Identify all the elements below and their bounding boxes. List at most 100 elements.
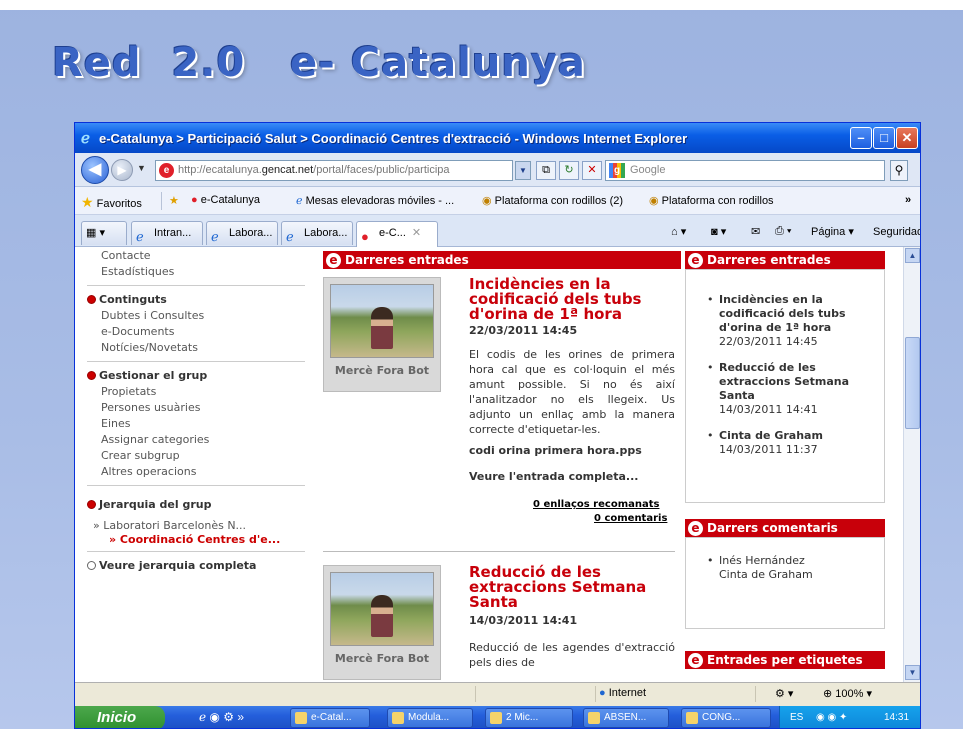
ecatalunya-icon: e <box>326 253 341 268</box>
status-divider <box>475 686 476 702</box>
link-persones[interactable]: Persones usuàries <box>101 401 200 414</box>
entry-title[interactable]: Incidències en la codificació dels tubs … <box>469 277 669 322</box>
read-more-link[interactable]: Veure l'entrada completa... <box>469 470 638 483</box>
item-title: Reducció de les extraccions Setmana Sant… <box>719 361 850 402</box>
tab-close-icon[interactable]: ✕ <box>412 227 421 239</box>
close-button[interactable]: ✕ <box>896 127 918 149</box>
back-button[interactable]: ◀ <box>81 156 109 184</box>
url-input[interactable]: e http://ecatalunya.gencat.net/portal/fa… <box>155 160 513 181</box>
compatibility-icon[interactable]: ⧉ <box>536 161 556 180</box>
task-label: e-Catal... <box>311 712 352 723</box>
list-item[interactable]: Reducció de les extraccions Setmana Sant… <box>707 361 867 417</box>
tray-icons[interactable]: ◉ ◉ ✦ <box>816 706 847 728</box>
ecatalunya-icon: e <box>688 521 703 536</box>
divider <box>87 285 305 286</box>
bullet-icon <box>87 295 96 304</box>
app-icon <box>588 712 600 724</box>
scroll-up-icon[interactable]: ▲ <box>905 248 920 263</box>
search-input[interactable]: g Google <box>605 160 885 181</box>
link-parent-group[interactable]: » Laboratori Barcelonès N... <box>93 519 246 532</box>
vertical-scrollbar[interactable]: ▲ ▼ <box>903 247 920 682</box>
tab-laboratori-2[interactable]: ℯ Labora... <box>281 221 353 245</box>
stop-icon[interactable]: ✕ <box>582 161 602 180</box>
quick-tabs-button[interactable]: ▦ ▾ <box>81 221 127 245</box>
link-noticies[interactable]: Notícies/Novetats <box>101 341 198 354</box>
scroll-down-icon[interactable]: ▼ <box>905 665 920 680</box>
ie-logo-icon: ℯ <box>81 130 90 147</box>
author-card[interactable]: Mercè Fora Bot <box>323 277 441 392</box>
tab-ecatalunya[interactable]: ● e-C... ✕ <box>356 221 438 247</box>
link-altres[interactable]: Altres operacions <box>101 465 196 478</box>
home-icon[interactable]: ⌂ ▾ <box>671 225 686 238</box>
task-label: Modula... <box>408 712 450 723</box>
attachment-link[interactable]: codi orina primera hora.pps <box>469 444 642 457</box>
fav-link-ecatalunya[interactable]: ● e-Catalunya <box>191 194 260 206</box>
link-eines[interactable]: Eines <box>101 417 130 430</box>
app-icon <box>392 712 404 724</box>
comment-author: Inés Hernández <box>719 554 805 567</box>
link-subgrup[interactable]: Crear subgrup <box>101 449 180 462</box>
maximize-button[interactable]: □ <box>873 127 895 149</box>
print-icon[interactable]: ⎙ ▾ <box>775 225 791 238</box>
entry-body: El codis de les orines de primera hora c… <box>469 348 675 436</box>
link-categories[interactable]: Assignar categories <box>101 433 209 446</box>
search-icon[interactable]: ⚲ <box>890 160 908 181</box>
security-menu[interactable]: Seguridad ▾ <box>873 225 920 238</box>
link-estadistiques[interactable]: Estadístiques <box>101 265 174 278</box>
quick-launch-icons[interactable]: ℯ ◉ ⚙ » <box>199 710 244 724</box>
address-bar: ◀ ▶ ▼ e http://ecatalunya.gencat.net/por… <box>75 153 920 187</box>
fav-link-plataforma-2[interactable]: ◉ Plataforma con rodillos (2) <box>482 194 623 207</box>
language-indicator[interactable]: ES <box>790 706 803 728</box>
more-favorites-icon[interactable]: » <box>905 194 911 206</box>
list-item[interactable]: Inés HernándezCinta de Graham <box>707 554 877 582</box>
fav-link-plataforma[interactable]: ◉ Plataforma con rodillos <box>649 194 774 207</box>
taskbar: Inicio ℯ ◉ ⚙ » e-Catal... Modula... 2 Mi… <box>75 706 920 728</box>
item-date: 14/03/2011 11:37 <box>719 443 818 456</box>
taskbar-item[interactable]: e-Catal... <box>290 708 370 728</box>
forward-button[interactable]: ▶ <box>111 159 133 181</box>
link-contacte[interactable]: Contacte <box>101 249 151 262</box>
comments-link[interactable]: 0 comentaris <box>594 513 667 524</box>
link-dubtes[interactable]: Dubtes i Consultes <box>101 309 204 322</box>
page-content: Contacte Estadístiques Continguts Dubtes… <box>75 247 903 682</box>
feeds-icon[interactable]: ◙ ▾ <box>711 225 726 238</box>
current-group[interactable]: » Coordinació Centres d'e... <box>109 533 280 546</box>
entry-date: 14/03/2011 14:41 <box>469 614 578 627</box>
task-label: CONG... <box>702 712 741 723</box>
link-edocuments[interactable]: e-Documents <box>101 325 174 338</box>
page-menu[interactable]: Página ▾ <box>811 225 854 238</box>
start-button[interactable]: Inicio <box>75 706 165 728</box>
add-favorite-icon[interactable]: ★ <box>169 194 179 207</box>
recommended-links[interactable]: 0 enllaços recomanats <box>533 499 659 510</box>
scroll-thumb[interactable] <box>905 337 920 429</box>
zoom-control[interactable]: ⊕ 100% ▾ <box>823 687 872 700</box>
clock: 14:31 <box>884 712 910 723</box>
taskbar-item[interactable]: Modula... <box>387 708 473 728</box>
list-item[interactable]: Cinta de Graham14/03/2011 11:37 <box>707 429 867 457</box>
url-dropdown-icon[interactable]: ▼ <box>515 161 531 180</box>
favorites-button[interactable]: ★ Favoritos <box>81 194 142 211</box>
title-bar[interactable]: ℯ e-Catalunya > Participació Salut > Coo… <box>75 123 920 153</box>
latest-entries-side-header: e Darreres entrades <box>685 251 885 269</box>
history-dropdown-icon[interactable]: ▼ <box>137 163 146 173</box>
minimize-button[interactable]: – <box>850 127 872 149</box>
link-propietats[interactable]: Propietats <box>101 385 156 398</box>
fav-link-mesas[interactable]: ℯ Mesas elevadoras móviles - ... <box>296 194 454 207</box>
slide-top-band <box>0 0 963 10</box>
start-label: Inicio <box>97 709 137 726</box>
protected-mode-icon[interactable]: ⚙ ▾ <box>775 687 793 700</box>
author-card[interactable]: Mercè Fora Bot <box>323 565 441 680</box>
list-item[interactable]: Incidències en la codificació dels tubs … <box>707 293 867 349</box>
taskbar-item[interactable]: CONG... <box>681 708 771 728</box>
tab-intranet[interactable]: ℯ Intran... <box>131 221 203 245</box>
tab-label: e-C... <box>379 227 406 239</box>
section-label: Gestionar el grup <box>99 369 208 382</box>
entry-title[interactable]: Reducció de les extraccions Setmana Sant… <box>469 565 669 610</box>
link-full-hierarchy[interactable]: Veure jerarquia completa <box>87 559 256 572</box>
taskbar-item[interactable]: 2 Mic... <box>485 708 573 728</box>
mail-icon[interactable]: ✉ <box>751 225 760 238</box>
header-label: Darreres entrades <box>345 253 469 267</box>
refresh-icon[interactable]: ↻ <box>559 161 579 180</box>
tab-laboratori-1[interactable]: ℯ Labora... <box>206 221 278 245</box>
taskbar-item[interactable]: ABSEN... <box>583 708 669 728</box>
